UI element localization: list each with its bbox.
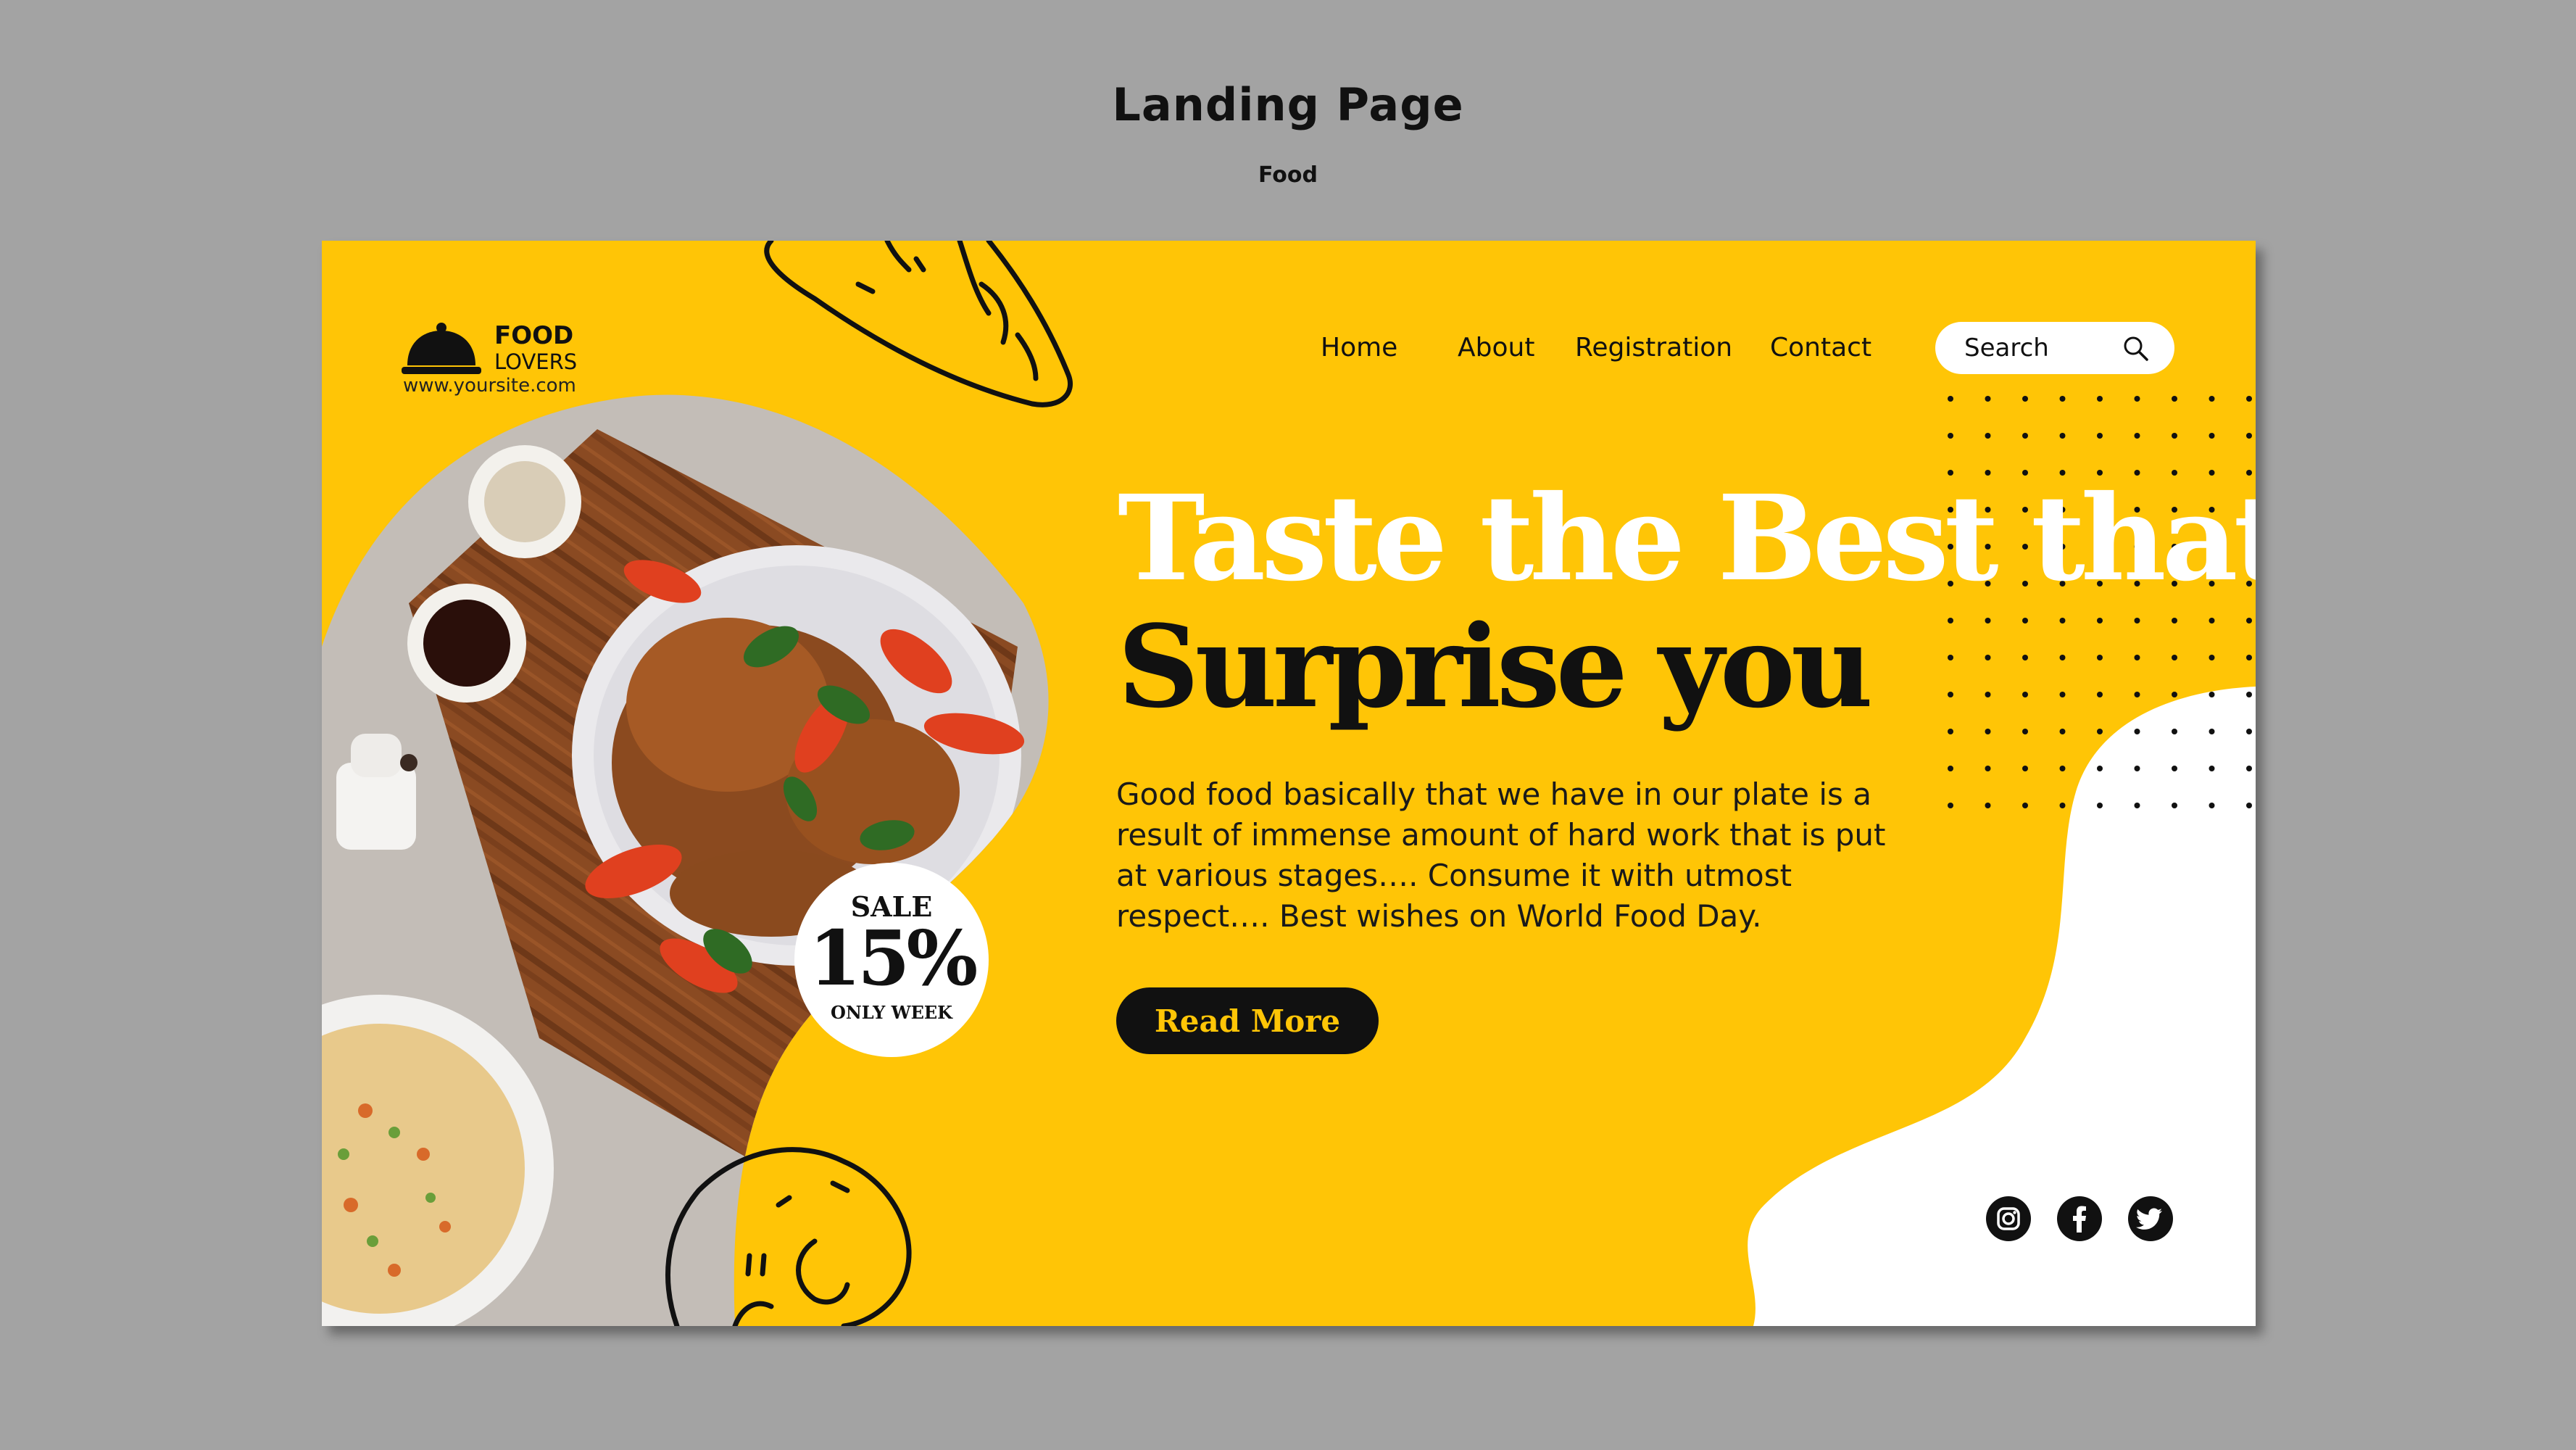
search-input[interactable]: Search xyxy=(1935,322,2174,374)
frame-title: Landing Page xyxy=(1112,78,1464,131)
brand-name-line1: FOOD xyxy=(494,321,574,350)
read-more-button[interactable]: Read More xyxy=(1116,987,1379,1054)
brand-url: www.yoursite.com xyxy=(403,375,576,397)
hero-headline-line1: Taste the Best that xyxy=(1118,470,2256,608)
nav-registration[interactable]: Registration xyxy=(1575,333,1732,362)
facebook-icon[interactable] xyxy=(2057,1196,2102,1241)
search-placeholder: Search xyxy=(1964,334,2049,362)
sale-note: ONLY WEEK xyxy=(830,1002,953,1023)
hero-description: Good food basically that we have in our … xyxy=(1116,776,1886,934)
nav-about[interactable]: About xyxy=(1458,333,1534,362)
nav-home[interactable]: Home xyxy=(1321,333,1397,362)
brand-name-line2: LOVERS xyxy=(494,349,578,374)
hero-headline-line2: Surprise you xyxy=(1118,600,1873,733)
landing-page-mockup: FOOD LOVERS www.yoursite.com Home About … xyxy=(322,241,2256,1326)
search-icon[interactable] xyxy=(2122,335,2150,362)
bread-doodle xyxy=(764,241,1073,407)
frame-subtitle: Food xyxy=(1258,162,1318,188)
twitter-icon[interactable] xyxy=(2128,1196,2173,1241)
sale-percent: 15% xyxy=(808,914,979,1003)
sale-badge: SALE 15% ONLY WEEK xyxy=(794,863,989,1057)
instagram-icon[interactable] xyxy=(1986,1196,2031,1241)
nav-contact[interactable]: Contact xyxy=(1770,333,1871,362)
cloche-icon xyxy=(402,323,481,374)
